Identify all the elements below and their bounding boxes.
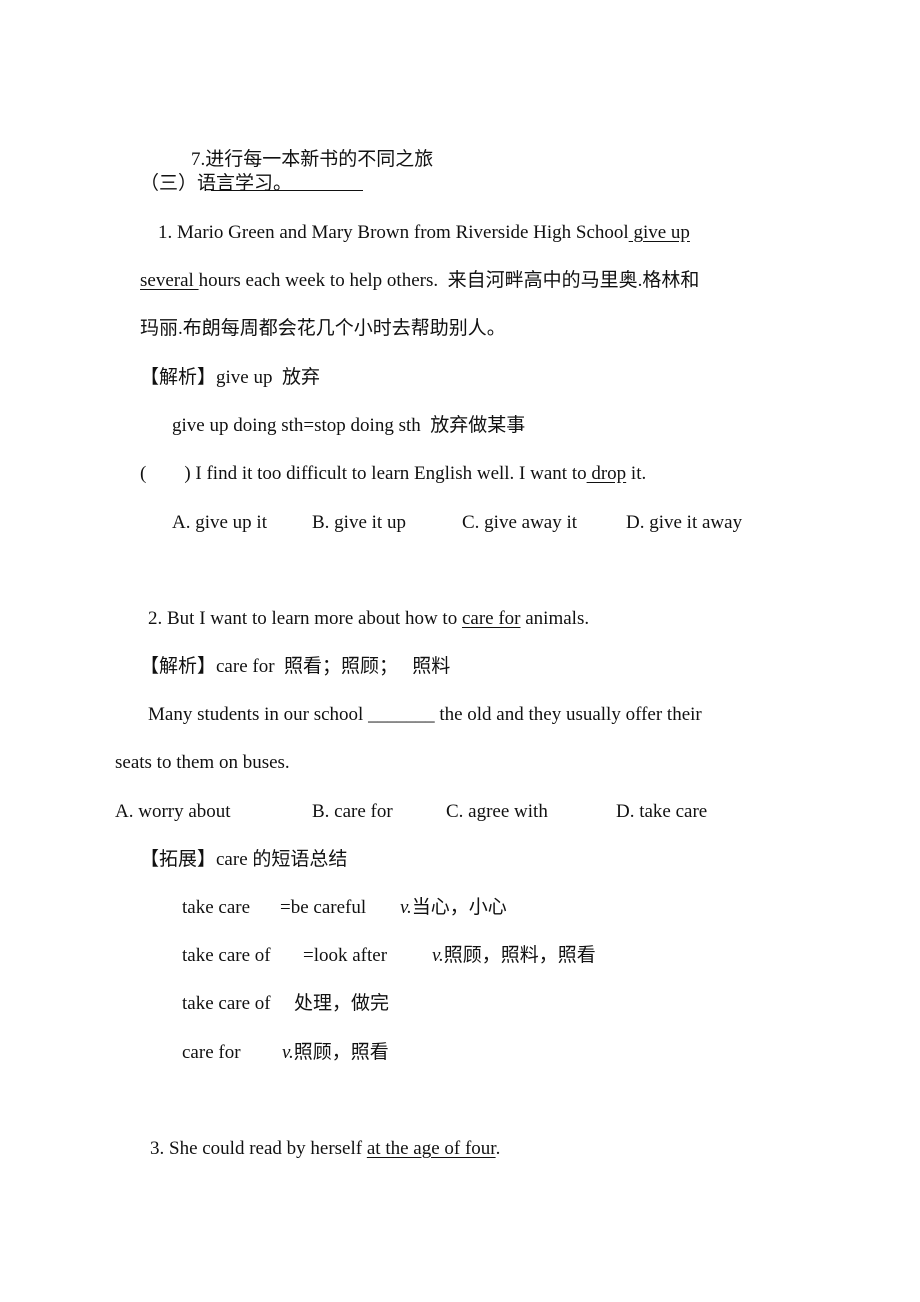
q1-underlined-phrase: give up — [628, 222, 690, 243]
q2-expand-title: 【拓展】care 的短语总结 — [140, 849, 348, 870]
phrase-cn: 处理，做完 — [294, 993, 390, 1014]
q1-line-3: 玛丽.布朗每周都会花几个小时去帮助别人。 — [140, 318, 506, 339]
q2-option-d: D. take care — [616, 801, 708, 822]
phrase-cn: 照顾，照料，照看 — [443, 945, 596, 966]
phrase-row: take care of =look after v.照顾，照料，照看 — [182, 944, 596, 968]
q1-exercise-text: ( ) I find it too difficult to learn Eng… — [140, 463, 587, 484]
q2-text-end: animals. — [520, 608, 590, 629]
q2-underlined-phrase: care for — [461, 608, 521, 629]
phrase-equivalent: =be careful — [280, 897, 367, 918]
q1-usage: give up doing sth=stop doing sth 放弃做某事 — [172, 415, 526, 436]
phrase-en: take care of — [182, 945, 271, 966]
section-title: （三）语言学习。 — [140, 173, 293, 194]
q1-line-1: 1. Mario Green and Mary Brown from River… — [158, 221, 690, 245]
q3-text: 3. She could read by herself — [150, 1138, 367, 1159]
phrase-cn: 照顾，照看 — [293, 1042, 389, 1063]
q1-exercise-end: it. — [626, 463, 647, 484]
phrase-equivalent: =look after — [303, 945, 388, 966]
phrase-pos: v. — [400, 897, 412, 918]
q2-text: 2. But I want to learn more about how to — [148, 608, 462, 629]
q1-analysis: 【解析】give up 放弃 — [140, 367, 320, 388]
q1-exercise-underlined: drop — [586, 463, 627, 484]
q1-underlined-phrase-cont: several — [140, 270, 199, 291]
item-7-text: 7.进行每一本新书的不同之旅 — [191, 149, 434, 170]
phrase-row: care for v.照顾，照看 — [182, 1041, 389, 1065]
q2-option-c: C. agree with — [446, 801, 548, 822]
q1-exercise: ( ) I find it too difficult to learn Eng… — [140, 462, 646, 486]
q3-text-end: . — [495, 1138, 501, 1159]
q1-option-d: D. give it away — [626, 512, 743, 533]
q1-line-2: several hours each week to help others. … — [140, 269, 699, 293]
phrase-pos: v. — [432, 945, 444, 966]
phrase-en: care for — [182, 1042, 241, 1063]
q2-option-b: B. care for — [312, 801, 393, 822]
q2-exercise-line-2: seats to them on buses. — [115, 752, 290, 773]
q1-option-c: C. give away it — [462, 512, 578, 533]
q2-analysis: 【解析】care for 照看；照顾； 照料 — [140, 656, 451, 677]
phrase-row: take care of 处理，做完 — [182, 992, 389, 1016]
q3-sentence: 3. She could read by herself at the age … — [150, 1137, 500, 1161]
phrase-en: take care of — [182, 993, 271, 1014]
q1-option-a: A. give up it — [172, 512, 267, 533]
q1-text: 1. Mario Green and Mary Brown from River… — [158, 222, 629, 243]
q2-option-a: A. worry about — [115, 801, 231, 822]
phrase-pos: v. — [282, 1042, 294, 1063]
phrase-cn: 当心，小心 — [411, 897, 507, 918]
q1-text-cont: hours each week to help others. 来自河畔高中的马… — [198, 270, 700, 291]
phrase-en: take care — [182, 897, 251, 918]
q2-sentence: 2. But I want to learn more about how to… — [148, 607, 589, 631]
q3-underlined-phrase: at the age of four — [366, 1138, 496, 1159]
q2-exercise-line-1: Many students in our school _______ the … — [148, 704, 702, 725]
q1-option-b: B. give it up — [312, 512, 406, 533]
phrase-row: take care =be careful v.当心，小心 — [182, 896, 507, 920]
